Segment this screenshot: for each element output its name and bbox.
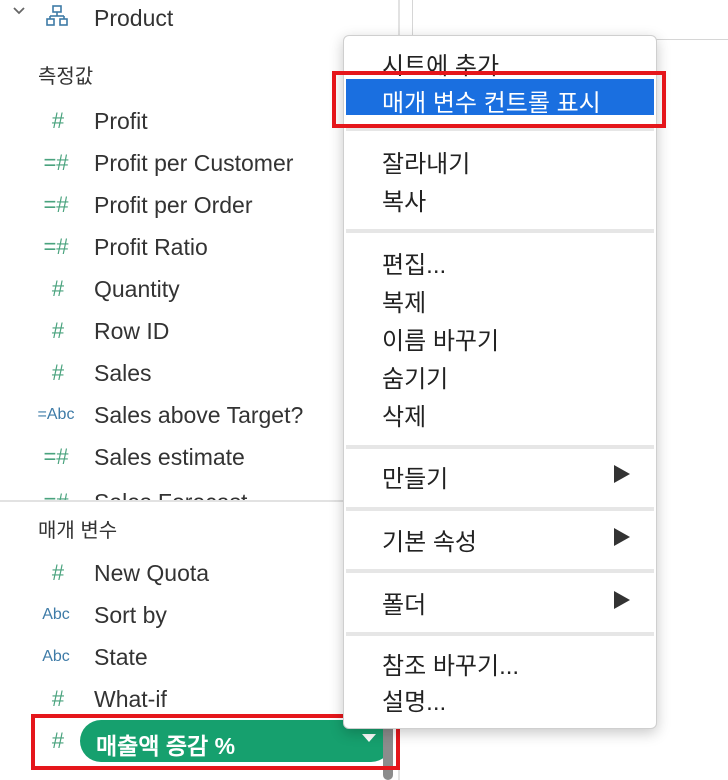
menu-item-label: 폴더 <box>382 592 427 619</box>
field-label: Profit Ratio <box>94 233 208 260</box>
menu-item-label: 기본 속성 <box>382 529 477 556</box>
measure-profit-per-customer[interactable]: =# Profit per Customer <box>0 143 398 183</box>
menu-item-duplicate[interactable]: 복제 <box>346 279 654 317</box>
menu-item-label: 숨기기 <box>382 366 449 393</box>
field-label: Profit per Order <box>94 191 253 218</box>
menu-separator <box>346 445 654 449</box>
menu-item-delete[interactable]: 삭제 <box>346 393 654 431</box>
menu-item-describe[interactable]: 설명... <box>346 678 654 716</box>
field-label: Sales <box>94 359 152 386</box>
menu-separator <box>346 632 654 636</box>
menu-item-label: 복사 <box>382 189 427 216</box>
menu-item-label: 만들기 <box>382 466 449 493</box>
measure-quantity[interactable]: # Quantity <box>0 269 398 309</box>
field-label: State <box>94 643 148 670</box>
menu-item-label: 참조 바꾸기... <box>382 653 520 680</box>
view-area-card <box>412 0 728 40</box>
parameter-number-icon: # <box>51 560 65 585</box>
measure-profit-ratio[interactable]: =# Profit Ratio <box>0 227 398 267</box>
parameter-number-icon: # <box>51 728 65 753</box>
measures-section-title: 측정값 <box>38 66 94 88</box>
field-label: Profit <box>94 107 148 134</box>
field-label: Sales above Target? <box>94 401 304 428</box>
measure-row-id[interactable]: # Row ID <box>0 311 398 351</box>
dimension-product-label: Product <box>94 4 174 31</box>
calculated-number-icon: =# <box>36 482 76 500</box>
measure-number-icon: # <box>51 108 65 133</box>
menu-item-label: 잘라내기 <box>382 151 471 178</box>
parameter-string-icon: Abc <box>42 648 70 665</box>
measure-number-icon: # <box>51 360 65 385</box>
field-label: Row ID <box>94 317 170 344</box>
menu-item-show-parameter-control[interactable]: 매개 변수 컨트롤 표시 <box>346 79 654 117</box>
field-label: Sales Forecast <box>94 489 247 501</box>
measure-profit-per-order[interactable]: =# Profit per Order <box>0 185 398 225</box>
measure-sales-above-target[interactable]: =Abc Sales above Target? <box>0 395 398 435</box>
parameter-state[interactable]: Abc State <box>0 637 398 677</box>
menu-item-label: 복제 <box>382 290 427 317</box>
parameter-what-if[interactable]: # What-if <box>0 679 398 719</box>
context-menu: 시트에 추가 매개 변수 컨트롤 표시 잘라내기 복사 편집... 복제 이름 … <box>343 35 657 729</box>
menu-item-label: 시트에 추가 <box>382 53 500 80</box>
submenu-arrow-icon <box>614 465 630 483</box>
calculated-number-icon: =# <box>43 234 69 259</box>
field-label: Quantity <box>94 275 180 302</box>
parameter-new-quota[interactable]: # New Quota <box>0 553 398 593</box>
submenu-arrow-icon <box>614 591 630 609</box>
chevron-down-icon[interactable] <box>12 4 26 21</box>
section-divider[interactable] <box>0 500 398 502</box>
measure-sales-forecast-clip: =# Sales Forecast <box>0 482 398 501</box>
field-label: Sales estimate <box>94 443 245 470</box>
submenu-arrow-icon <box>614 528 630 546</box>
caret-down-icon[interactable] <box>362 734 376 742</box>
parameters-section-title: 매개 변수 <box>38 520 118 542</box>
selected-parameter-label: 매출액 증감 % <box>96 733 236 759</box>
measure-sales-forecast[interactable]: =# Sales Forecast <box>0 482 398 501</box>
menu-item-label: 삭제 <box>382 404 427 431</box>
measure-number-icon: # <box>51 276 65 301</box>
menu-item-label: 이름 바꾸기 <box>382 328 500 355</box>
menu-item-create[interactable]: 만들기 <box>346 455 654 493</box>
menu-item-replace-references[interactable]: 참조 바꾸기... <box>346 642 654 680</box>
field-label: Profit per Customer <box>94 149 294 176</box>
menu-item-hide[interactable]: 숨기기 <box>346 355 654 393</box>
measure-profit[interactable]: # Profit <box>0 101 398 141</box>
measure-sales-estimate[interactable]: =# Sales estimate <box>0 437 398 477</box>
field-label: Sort by <box>94 601 167 628</box>
menu-item-cut[interactable]: 잘라내기 <box>346 140 654 178</box>
menu-item-folder[interactable]: 폴더 <box>346 581 654 619</box>
menu-item-label: 설명... <box>382 689 447 716</box>
calculated-string-icon: =Abc <box>37 406 75 423</box>
calculated-number-icon: =# <box>43 192 69 217</box>
measure-sales[interactable]: # Sales <box>0 353 398 393</box>
menu-item-label: 매개 변수 컨트롤 표시 <box>382 90 601 117</box>
field-label: New Quota <box>94 559 210 586</box>
menu-separator <box>346 127 654 131</box>
menu-item-edit[interactable]: 편집... <box>346 241 654 279</box>
menu-separator <box>346 569 654 573</box>
parameter-sort-by[interactable]: Abc Sort by <box>0 595 398 635</box>
menu-item-add-to-sheet[interactable]: 시트에 추가 <box>346 42 654 80</box>
menu-separator <box>346 229 654 233</box>
menu-item-label: 편집... <box>382 252 447 279</box>
parameter-number-icon: # <box>51 686 65 711</box>
tableau-data-pane-screen: Product 측정값 # Profit =# Profit per Custo… <box>0 0 728 780</box>
dimension-product-row[interactable]: Product <box>0 0 398 38</box>
menu-item-rename[interactable]: 이름 바꾸기 <box>346 317 654 355</box>
parameter-string-icon: Abc <box>42 606 70 623</box>
hierarchy-icon <box>46 4 68 28</box>
calculated-number-icon: =# <box>43 150 69 175</box>
calculated-number-icon: =# <box>43 444 69 469</box>
menu-separator <box>346 507 654 511</box>
field-label: What-if <box>94 685 167 712</box>
measure-number-icon: # <box>51 318 65 343</box>
menu-item-default-properties[interactable]: 기본 속성 <box>346 518 654 556</box>
menu-item-copy[interactable]: 복사 <box>346 178 654 216</box>
data-pane: Product 측정값 # Profit =# Profit per Custo… <box>0 0 398 780</box>
